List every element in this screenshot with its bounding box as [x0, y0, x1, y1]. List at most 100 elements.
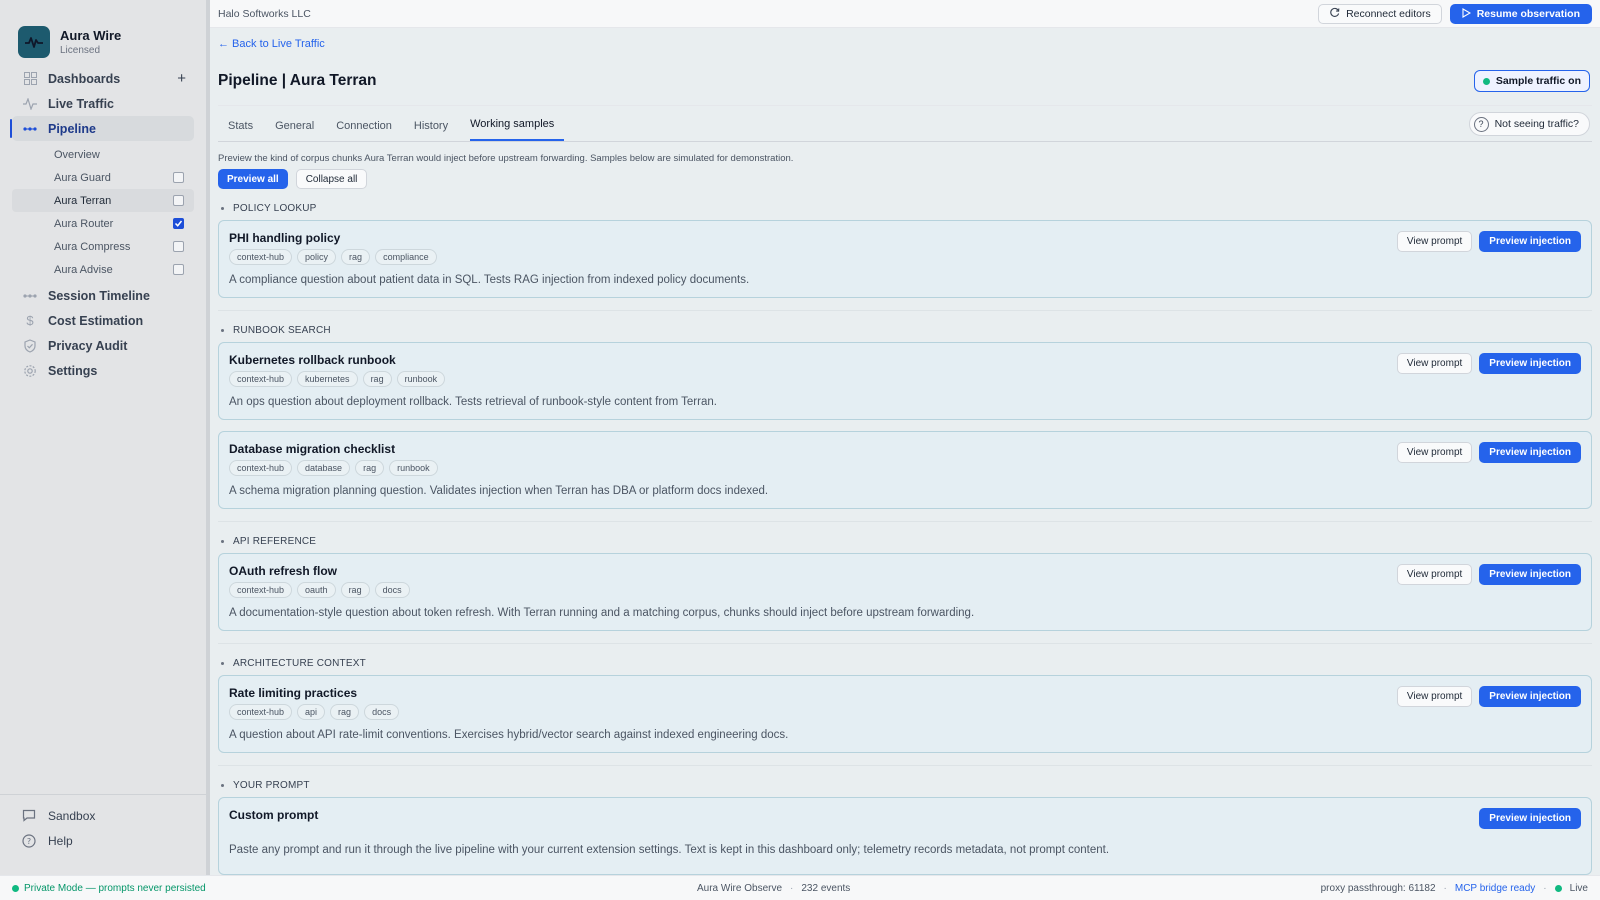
button-label: Resume observation [1476, 8, 1580, 20]
tab-history[interactable]: History [414, 120, 448, 141]
view-prompt-button[interactable]: View prompt [1396, 442, 1473, 463]
sample-sections: POLICY LOOKUP PHI handling policy context-… [218, 201, 1592, 875]
preview-injection-button[interactable]: Preview injection [1479, 231, 1581, 252]
not-seeing-traffic-button[interactable]: ? Not seeing traffic? [1468, 112, 1590, 136]
sample-card: Rate limiting practices context-hub api rag… [218, 675, 1592, 753]
preview-injection-button[interactable]: Preview injection [1479, 564, 1581, 585]
subnav-item-aura-terran[interactable]: Aura Terran [12, 189, 194, 212]
card-title: Rate limiting practices [229, 686, 358, 700]
sidebar-item-privacy-audit[interactable]: Privacy Audit [12, 333, 194, 358]
card-description: Paste any prompt and run it through the … [229, 844, 1110, 856]
button-label: Reconnect editors [1346, 8, 1431, 20]
sidebar-item-pipeline[interactable]: Pipeline [10, 116, 194, 141]
aura-terran-checkbox[interactable] [173, 195, 184, 206]
subnav-item-overview[interactable]: Overview [12, 143, 194, 166]
reconnect-editors-button[interactable]: Reconnect editors [1318, 4, 1442, 24]
sample-traffic-toggle[interactable]: Sample traffic on [1473, 70, 1590, 92]
tag: compliance [375, 249, 437, 265]
sidebar-item-session-timeline[interactable]: Session Timeline [12, 283, 194, 308]
sidebar-item-cost-estimation[interactable]: $ Cost Estimation [12, 308, 194, 333]
tag: context-hub [229, 249, 293, 265]
aura-guard-checkbox[interactable] [173, 172, 184, 183]
sidebar-item-label: Session Timeline [48, 288, 150, 303]
add-dashboard-button[interactable]: + [177, 70, 186, 87]
tag: rag [341, 249, 371, 265]
card-title: Kubernetes rollback runbook [229, 353, 396, 367]
view-prompt-button[interactable]: View prompt [1396, 231, 1473, 252]
section-runbook-search: RUNBOOK SEARCH Kubernetes rollback runboo… [218, 323, 1592, 509]
sample-card: PHI handling policy context-hub policy rag c… [218, 220, 1592, 298]
bullet-icon [221, 328, 224, 332]
sample-card: Kubernetes rollback runbook context-hub ku… [218, 342, 1592, 420]
sidebar-item-dashboards[interactable]: Dashboards + [12, 66, 194, 91]
main-content: ← Back to Live Traffic Pipeline | Aura T… [210, 28, 1600, 875]
tag: context-hub [229, 704, 293, 720]
aura-advise-checkbox[interactable] [173, 264, 184, 275]
aura-compress-checkbox[interactable] [173, 241, 184, 252]
section-header[interactable]: POLICY LOOKUP [218, 201, 1592, 215]
subnav-item-aura-advise[interactable]: Aura Advise [12, 258, 194, 281]
dollar-icon: $ [26, 313, 34, 328]
section-header[interactable]: ARCHITECTURE CONTEXT [218, 656, 1592, 670]
check-icon [174, 220, 183, 227]
tag: runbook [396, 371, 446, 387]
tag-list: context-hub database rag runbook [229, 460, 1581, 476]
view-prompt-button[interactable]: View prompt [1396, 353, 1473, 374]
subnav-item-aura-guard[interactable]: Aura Guard [12, 166, 194, 189]
preview-all-button[interactable]: Preview all [218, 169, 288, 189]
back-to-live-traffic-link[interactable]: ← Back to Live Traffic [218, 38, 325, 50]
card-description: A documentation-style question about tok… [229, 607, 975, 619]
card-title: PHI handling policy [229, 231, 341, 245]
status-app-name: Aura Wire Observe [697, 882, 783, 894]
sidebar-item-label: Privacy Audit [48, 338, 128, 353]
sidebar-item-live-traffic[interactable]: Live Traffic [12, 91, 194, 116]
subnav-label: Aura Compress [54, 240, 131, 253]
section-header[interactable]: YOUR PROMPT [218, 778, 1592, 792]
subnav-item-aura-router[interactable]: Aura Router [12, 212, 194, 235]
tab-working-samples[interactable]: Working samples [470, 118, 565, 141]
bullet-icon [221, 661, 224, 665]
section-header[interactable]: RUNBOOK SEARCH [218, 323, 1592, 337]
tag: api [297, 704, 326, 720]
sidebar-item-help[interactable]: ? Help [12, 828, 194, 853]
mcp-status: MCP bridge ready [1454, 882, 1536, 894]
resume-observation-button[interactable]: Resume observation [1449, 4, 1592, 24]
tag: context-hub [229, 460, 293, 476]
timeline-icon [22, 288, 38, 304]
section-divider [218, 521, 1592, 522]
sample-card: Database migration checklist context-hub d… [218, 431, 1592, 509]
license-status: Licensed [60, 45, 101, 56]
view-prompt-button[interactable]: View prompt [1396, 564, 1473, 585]
tag: docs [374, 582, 410, 598]
card-title: Custom prompt [229, 808, 319, 822]
bullet-icon [221, 539, 224, 543]
preview-injection-button[interactable]: Preview injection [1479, 686, 1581, 707]
button-label: Not seeing traffic? [1494, 118, 1579, 130]
section-header[interactable]: API REFERENCE [218, 534, 1592, 548]
separator: · [1543, 882, 1547, 894]
collapse-all-button[interactable]: Collapse all [295, 169, 368, 189]
card-title: OAuth refresh flow [229, 564, 338, 578]
preview-injection-button[interactable]: Preview injection [1479, 442, 1581, 463]
card-title: Database migration checklist [229, 442, 396, 456]
tag: rag [362, 371, 392, 387]
sidebar-item-sandbox[interactable]: Sandbox [12, 803, 194, 828]
tag: database [297, 460, 351, 476]
preview-injection-button[interactable]: Preview injection [1479, 808, 1581, 829]
section-divider [218, 765, 1592, 766]
tag-list: context-hub api rag docs [229, 704, 1581, 720]
sidebar-item-settings[interactable]: Settings [12, 358, 194, 383]
sidebar-item-label: Help [48, 833, 73, 848]
bullet-icon [221, 783, 224, 787]
preview-injection-button[interactable]: Preview injection [1479, 353, 1581, 374]
tab-general[interactable]: General [275, 120, 314, 141]
tag: context-hub [229, 582, 293, 598]
sidebar: Aura Wire Licensed Dashboards + Live Tra… [0, 0, 210, 875]
section-divider [218, 310, 1592, 311]
subnav-item-aura-compress[interactable]: Aura Compress [12, 235, 194, 258]
page-title: Pipeline | Aura Terran [218, 72, 377, 89]
aura-router-checkbox[interactable] [173, 218, 184, 229]
view-prompt-button[interactable]: View prompt [1396, 686, 1473, 707]
tab-connection[interactable]: Connection [336, 120, 392, 141]
tab-stats[interactable]: Stats [228, 120, 253, 141]
